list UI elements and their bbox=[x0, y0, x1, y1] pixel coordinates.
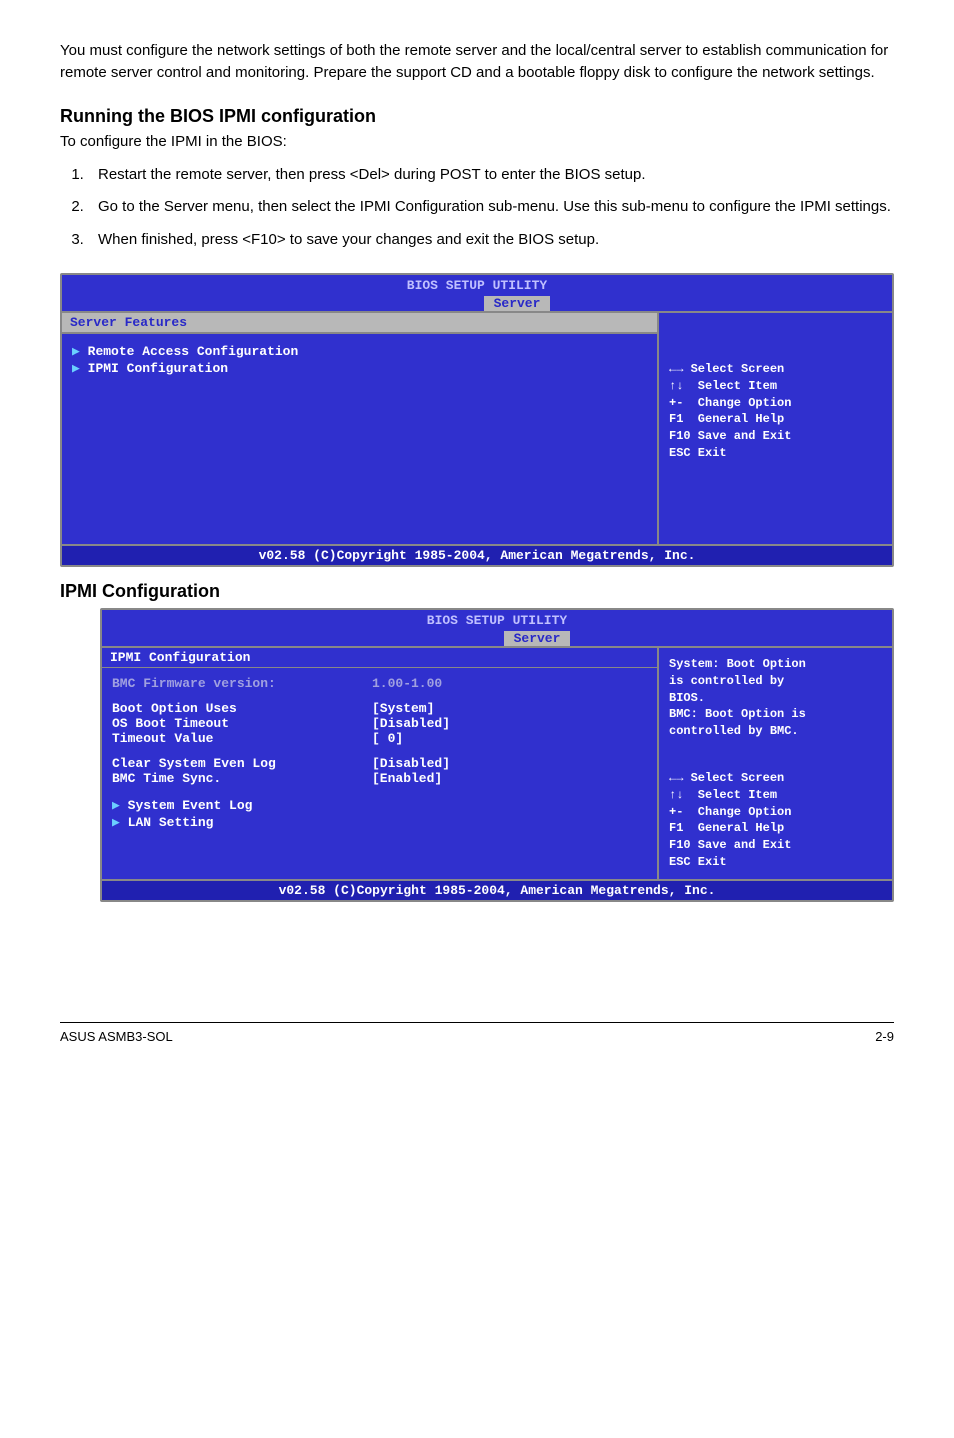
page-footer: ASUS ASMB3-SOL 2-9 bbox=[60, 1022, 894, 1044]
help-line: ESC Exit bbox=[669, 854, 882, 871]
help-line: F1 General Help bbox=[669, 820, 882, 837]
help-line: +- Change Option bbox=[669, 395, 882, 412]
help-line: ↑↓ Select Item bbox=[669, 787, 882, 804]
help-text: is controlled by bbox=[669, 673, 882, 690]
help-text: System: Boot Option bbox=[669, 656, 882, 673]
opt-key: BMC Time Sync. bbox=[112, 771, 372, 786]
fw-value: 1.00-1.00 bbox=[372, 676, 442, 691]
help-text: controlled by BMC. bbox=[669, 723, 882, 740]
help-line: F10 Save and Exit bbox=[669, 837, 882, 854]
opt-key: OS Boot Timeout bbox=[112, 716, 372, 731]
opt-val: [Disabled] bbox=[372, 716, 450, 731]
panel-title: Server Features bbox=[62, 313, 657, 334]
bios-copyright: v02.58 (C)Copyright 1985-2004, American … bbox=[62, 544, 892, 565]
triangle-icon: ▶ bbox=[112, 798, 128, 813]
bios-screenshot-2: BIOS SETUP UTILITY Server IPMI Configura… bbox=[100, 608, 894, 902]
help-line: ←→ Select Screen bbox=[669, 361, 882, 378]
section2-heading: IPMI Configuration bbox=[60, 581, 894, 602]
bios-title: BIOS SETUP UTILITY bbox=[102, 610, 892, 631]
opt-val: [Disabled] bbox=[372, 756, 450, 771]
opt-val: [System] bbox=[372, 701, 434, 716]
submenu-item: System Event Log bbox=[128, 798, 253, 813]
opt-key: Clear System Even Log bbox=[112, 756, 372, 771]
help-text: BIOS. bbox=[669, 690, 882, 707]
opt-val: [ 0] bbox=[372, 731, 403, 746]
footer-right: 2-9 bbox=[875, 1029, 894, 1044]
submenu-item: LAN Setting bbox=[128, 815, 214, 830]
step-item: Go to the Server menu, then select the I… bbox=[88, 196, 894, 219]
step-item: Restart the remote server, then press <D… bbox=[88, 164, 894, 187]
opt-key: Boot Option Uses bbox=[112, 701, 372, 716]
fw-label: BMC Firmware version: bbox=[112, 676, 372, 691]
bios-tab-server: Server bbox=[504, 631, 571, 646]
triangle-icon: ▶ bbox=[72, 344, 88, 359]
section1-heading: Running the BIOS IPMI configuration bbox=[60, 106, 894, 127]
step-item: When finished, press <F10> to save your … bbox=[88, 229, 894, 252]
help-line: ←→ Select Screen bbox=[669, 770, 882, 787]
panel-title: IPMI Configuration bbox=[102, 648, 657, 668]
triangle-icon: ▶ bbox=[72, 361, 88, 376]
help-line: +- Change Option bbox=[669, 804, 882, 821]
section1-lead: To configure the IPMI in the BIOS: bbox=[60, 133, 894, 150]
help-text: BMC: Boot Option is bbox=[669, 706, 882, 723]
bios-copyright: v02.58 (C)Copyright 1985-2004, American … bbox=[102, 879, 892, 900]
bios-tab-server: Server bbox=[484, 296, 551, 311]
help-line: ESC Exit bbox=[669, 445, 882, 462]
opt-key: Timeout Value bbox=[112, 731, 372, 746]
footer-left: ASUS ASMB3-SOL bbox=[60, 1029, 173, 1044]
bios-title: BIOS SETUP UTILITY bbox=[62, 275, 892, 296]
help-line: ↑↓ Select Item bbox=[669, 378, 882, 395]
triangle-icon: ▶ bbox=[112, 815, 128, 830]
menu-item: IPMI Configuration bbox=[88, 361, 228, 376]
opt-val: [Enabled] bbox=[372, 771, 442, 786]
steps-list: Restart the remote server, then press <D… bbox=[88, 164, 894, 252]
context-help: System: Boot Option is controlled by BIO… bbox=[669, 656, 882, 740]
menu-item: Remote Access Configuration bbox=[88, 344, 299, 359]
intro-paragraph: You must configure the network settings … bbox=[60, 40, 894, 84]
help-line: F1 General Help bbox=[669, 411, 882, 428]
bios-screenshot-1: BIOS SETUP UTILITY Server Server Feature… bbox=[60, 273, 894, 567]
help-line: F10 Save and Exit bbox=[669, 428, 882, 445]
